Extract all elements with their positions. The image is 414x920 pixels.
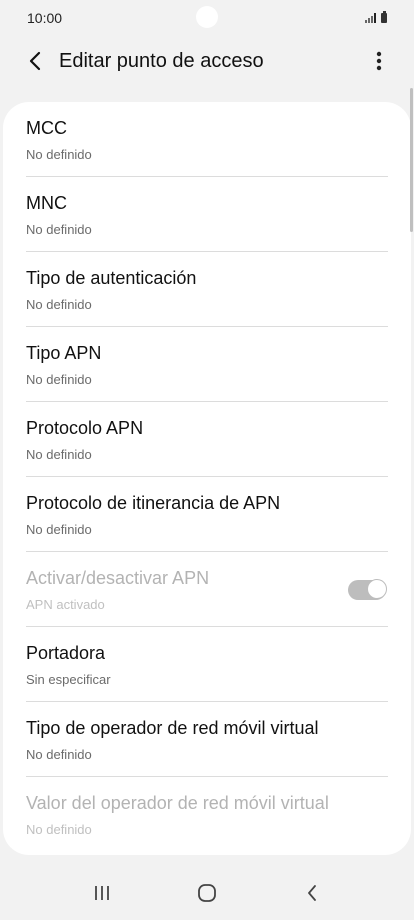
more-options-button[interactable] <box>362 44 396 78</box>
setting-value: APN activado <box>26 597 105 612</box>
setting-title: MCC <box>26 118 67 138</box>
setting-value: No definido <box>26 372 92 387</box>
setting-apn-enable: Activar/desactivar APN APN activado <box>26 552 388 627</box>
setting-value: Sin especificar <box>26 672 111 687</box>
setting-mvno-type[interactable]: Tipo de operador de red móvil virtual No… <box>26 702 388 777</box>
setting-value: No definido <box>26 522 92 537</box>
setting-value: No definido <box>26 297 92 312</box>
setting-apn-type[interactable]: Tipo APN No definido <box>26 327 388 402</box>
setting-value: No definido <box>26 822 92 837</box>
setting-mcc[interactable]: MCC No definido <box>26 102 388 177</box>
more-vertical-icon <box>376 51 382 71</box>
status-time: 10:00 <box>27 10 63 26</box>
back-icon <box>307 885 316 901</box>
setting-mnc[interactable]: MNC No definido <box>26 177 388 252</box>
setting-mvno-value: Valor del operador de red móvil virtual … <box>26 777 388 852</box>
setting-title: Tipo APN <box>26 343 102 363</box>
setting-value: No definido <box>26 747 92 762</box>
setting-apn-roaming-protocol[interactable]: Protocolo de itinerancia de APN No defin… <box>26 477 388 552</box>
setting-title: MNC <box>26 193 67 213</box>
setting-title: Protocolo de itinerancia de APN <box>26 493 281 513</box>
setting-title: Tipo de autenticación <box>26 268 197 288</box>
setting-title: Tipo de operador de red móvil virtual <box>26 718 319 738</box>
home-button[interactable] <box>187 873 227 913</box>
page-title: Editar punto de acceso <box>59 49 264 72</box>
setting-title: Valor del operador de red móvil virtual <box>26 793 329 813</box>
setting-apn-protocol[interactable]: Protocolo APN No definido <box>26 402 388 477</box>
navigation-bar <box>0 866 414 920</box>
setting-bearer[interactable]: Portadora Sin especificar <box>26 627 388 702</box>
battery-icon <box>381 11 387 23</box>
setting-title: Activar/desactivar APN <box>26 568 210 588</box>
setting-value: No definido <box>26 447 92 462</box>
apn-enable-toggle <box>348 579 387 600</box>
settings-card: MCC No definido MNC No definido Tipo de … <box>3 102 411 855</box>
setting-value: No definido <box>26 147 92 162</box>
setting-title: Protocolo APN <box>26 418 144 438</box>
scrollbar[interactable] <box>410 88 413 232</box>
setting-auth-type[interactable]: Tipo de autenticación No definido <box>26 252 388 327</box>
recents-button[interactable] <box>82 873 122 913</box>
recents-icon <box>95 886 110 900</box>
app-bar: Editar punto de acceso <box>0 36 414 86</box>
chevron-left-icon <box>29 51 41 71</box>
status-icons <box>365 11 387 23</box>
setting-title: Portadora <box>26 643 106 663</box>
signal-icon <box>365 13 376 23</box>
toggle-knob <box>367 579 387 599</box>
back-button[interactable] <box>16 42 54 80</box>
camera-cutout <box>196 6 218 28</box>
home-icon <box>198 884 216 902</box>
setting-value: No definido <box>26 222 92 237</box>
nav-back-button[interactable] <box>292 873 332 913</box>
